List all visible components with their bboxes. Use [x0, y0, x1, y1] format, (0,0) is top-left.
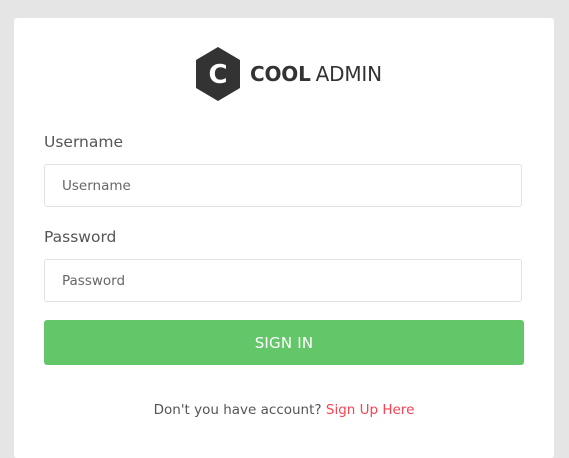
register-prompt-text: Don't you have account?	[153, 402, 322, 418]
brand-name-bold: COOL	[250, 62, 311, 86]
password-input[interactable]	[44, 259, 522, 302]
login-card: C COOL ADMIN Username Password SIGN IN D…	[14, 18, 554, 458]
logo-letter: C	[208, 60, 227, 90]
username-label: Username	[44, 133, 124, 151]
logo[interactable]: C COOL ADMIN	[194, 46, 382, 102]
sign-up-link[interactable]: Sign Up Here	[326, 402, 415, 418]
password-label: Password	[44, 228, 117, 246]
brand-name-light: ADMIN	[315, 62, 382, 86]
sign-in-button[interactable]: SIGN IN	[44, 320, 524, 365]
register-prompt: Don't you have account? Sign Up Here	[14, 402, 554, 418]
brand-name: COOL ADMIN	[250, 62, 382, 86]
hexagon-c-logo-icon: C	[196, 47, 240, 101]
username-input[interactable]	[44, 164, 522, 207]
